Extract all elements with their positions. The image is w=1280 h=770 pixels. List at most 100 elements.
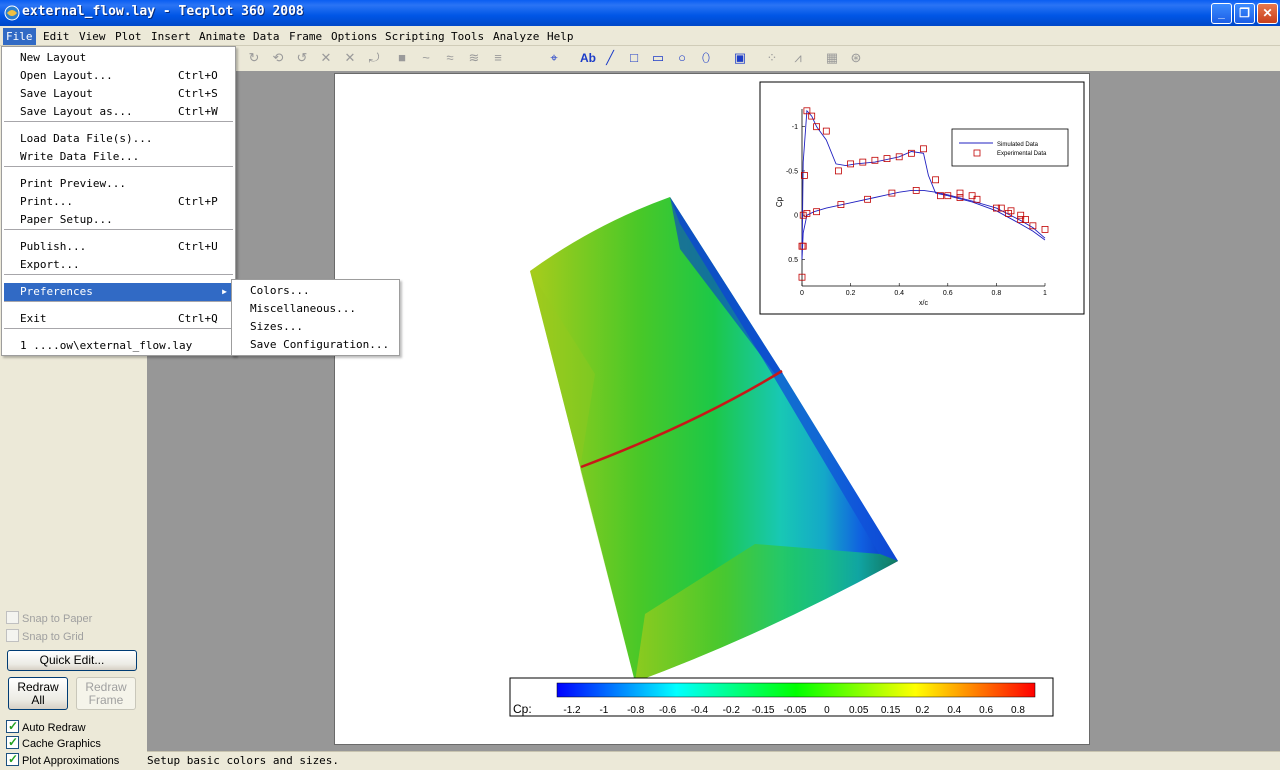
slice-tool-icon[interactable]: ■	[394, 50, 410, 66]
rectangle-tool-icon[interactable]: ▭	[650, 50, 666, 66]
menu-separator	[4, 301, 233, 302]
file-menu-item-paper-setup[interactable]: Paper Setup...	[4, 211, 233, 229]
streamtrace-icon[interactable]: ~	[418, 50, 434, 66]
preferences-item-sizes[interactable]: Sizes...	[234, 318, 397, 336]
plot-approximations-checkbox[interactable]: Plot Approximations	[6, 752, 119, 769]
colorbar-tick-label: -0.6	[659, 705, 677, 716]
circle-tool-icon[interactable]: ○	[674, 50, 690, 66]
file-menu-item-write-data-file[interactable]: Write Data File...	[4, 148, 233, 166]
menu-item-label: Save Layout	[20, 87, 93, 100]
zone-effects-icon[interactable]: ≡	[490, 50, 506, 66]
plot-canvas[interactable]: 0 0.2 0.4 0.6 0.8 1 -1 -0.5 0 0.5 x/c Cp Simulated …	[335, 74, 1091, 746]
y-rotate-icon[interactable]: ⤾	[366, 50, 382, 66]
menu-item-shortcut: Ctrl+P	[178, 195, 218, 208]
inset-plot[interactable]: 0 0.2 0.4 0.6 0.8 1 -1 -0.5 0 0.5 x/c Cp Simulated …	[759, 81, 1085, 315]
square-tool-icon[interactable]: □	[626, 50, 642, 66]
menu-item-label: Save Configuration...	[250, 338, 390, 351]
auto-redraw-checkbox[interactable]: Auto Redraw	[6, 719, 86, 736]
menu-item-label: Colors...	[250, 284, 310, 297]
tecplot-app-icon[interactable]	[4, 5, 20, 21]
spherical-rotate-icon[interactable]: ⟲	[270, 50, 286, 66]
frame-tool-icon[interactable]: ▣	[732, 50, 748, 66]
file-menu-item-preferences[interactable]: Preferences ▶	[4, 283, 233, 301]
menu-analyze[interactable]: Analyze	[490, 28, 542, 45]
inset-x-tick-label: 0.2	[846, 290, 856, 297]
cache-graphics-box[interactable]	[6, 735, 19, 749]
menu-edit[interactable]: Edit	[40, 28, 73, 45]
colorbar-tick-label: 0.6	[979, 705, 993, 716]
inset-y-axis-label: Cp	[775, 196, 784, 207]
close-button[interactable]: ✕	[1257, 3, 1278, 24]
twist-rotate-icon[interactable]: ✕	[318, 50, 334, 66]
menu-item-shortcut: Ctrl+W	[178, 105, 218, 118]
workspace: 0 0.2 0.4 0.6 0.8 1 -1 -0.5 0 0.5 x/c Cp Simulated …	[147, 71, 1280, 751]
colorbar-tick-label: -0.4	[691, 705, 709, 716]
paper[interactable]: 0 0.2 0.4 0.6 0.8 1 -1 -0.5 0 0.5 x/c Cp Simulated …	[334, 73, 1090, 745]
polyline-tool-icon[interactable]: ╱	[602, 50, 618, 66]
window-title: external_flow.lay - Tecplot 360 2008	[22, 4, 304, 19]
menu-scripting[interactable]: Scripting	[382, 28, 448, 45]
menu-frame[interactable]: Frame	[286, 28, 325, 45]
snap-to-paper-box[interactable]	[6, 611, 19, 624]
colorbar[interactable]: Cp: -1.2 -1 -0.8 -0.6 -0.4 -0.2 -0.15 -0.05 0 0.0…	[509, 677, 1054, 717]
cache-graphics-checkbox[interactable]: Cache Graphics	[6, 735, 101, 752]
title-bar: external_flow.lay - Tecplot 360 2008 _ ❐…	[0, 0, 1280, 26]
preferences-item-miscellaneous[interactable]: Miscellaneous...	[234, 300, 397, 318]
restore-button[interactable]: ❐	[1234, 3, 1255, 24]
roll-rotate-icon[interactable]: ↺	[294, 50, 310, 66]
file-menu-item-1-ow-external-flow-lay[interactable]: 1 ....ow\external_flow.lay	[4, 337, 233, 355]
ellipse-tool-icon[interactable]: ⬯	[698, 50, 714, 66]
colorbar-tick-label: -0.05	[784, 705, 807, 716]
preferences-submenu[interactable]: Colors... Miscellaneous... Sizes... Save Co…	[231, 279, 400, 356]
menu-item-label: Print...	[20, 195, 73, 208]
menu-options[interactable]: Options	[328, 28, 380, 45]
file-menu[interactable]: New Layout Open Layout... Ctrl+O Save Layou…	[1, 46, 236, 356]
menu-file[interactable]: File	[3, 28, 36, 45]
snap-to-grid-box[interactable]	[6, 629, 19, 642]
file-menu-item-print-preview[interactable]: Print Preview...	[4, 175, 233, 193]
inset-x-tick-label: 0	[800, 290, 804, 297]
minimize-button[interactable]: _	[1211, 3, 1232, 24]
toolbar: ↻ ⟲ ↺ ✕ ✕ ⤾ ■ ~ ≈ ≋ ≡ ⌖ Ab ╱ □ ▭ ○ ⬯ ▣ ⁘…	[236, 46, 1280, 71]
redraw-all-button[interactable]: Redraw All	[8, 677, 68, 710]
grid-icon[interactable]: ▦	[824, 50, 840, 66]
menu-bar: File Edit View Plot Insert Animate Data Frame Op…	[0, 26, 1280, 46]
menu-insert[interactable]: Insert	[148, 28, 194, 45]
file-menu-item-exit[interactable]: Exit Ctrl+Q	[4, 310, 233, 328]
menu-animate[interactable]: Animate	[196, 28, 248, 45]
menu-separator	[4, 166, 233, 167]
file-menu-item-load-data-file-s[interactable]: Load Data File(s)...	[4, 130, 233, 148]
file-menu-item-print[interactable]: Print... Ctrl+P	[4, 193, 233, 211]
probe-tool-icon[interactable]: ⌖	[546, 50, 562, 66]
scatter-icon[interactable]: ⁘	[764, 50, 780, 66]
text-tool-icon[interactable]: Ab	[578, 50, 598, 66]
polar-grid-icon[interactable]: ⊛	[848, 50, 864, 66]
auto-redraw-box[interactable]	[6, 719, 19, 733]
snap-to-paper-checkbox[interactable]: Snap to Paper	[6, 611, 92, 627]
file-menu-item-save-layout-as[interactable]: Save Layout as... Ctrl+W	[4, 103, 233, 121]
menu-item-label: Preferences	[20, 285, 93, 298]
menu-item-label: Print Preview...	[20, 177, 126, 190]
line-map-icon[interactable]: ⩘	[790, 50, 806, 66]
preferences-item-colors[interactable]: Colors...	[234, 282, 397, 300]
menu-data[interactable]: Data	[250, 28, 283, 45]
streamtrace-line-icon[interactable]: ≈	[442, 50, 458, 66]
snap-to-grid-checkbox[interactable]: Snap to Grid	[6, 629, 84, 645]
menu-item-shortcut: Ctrl+O	[178, 69, 218, 82]
menu-tools[interactable]: Tools	[448, 28, 487, 45]
file-menu-item-new-layout[interactable]: New Layout	[4, 49, 233, 67]
x-rotate-icon[interactable]: ✕	[342, 50, 358, 66]
plot-approximations-box[interactable]	[6, 752, 19, 766]
menu-view[interactable]: View	[76, 28, 109, 45]
file-menu-item-publish[interactable]: Publish... Ctrl+U	[4, 238, 233, 256]
preferences-item-save-configuration[interactable]: Save Configuration...	[234, 336, 397, 354]
file-menu-item-save-layout[interactable]: Save Layout Ctrl+S	[4, 85, 233, 103]
colorbar-tick-label: -0.15	[752, 705, 775, 716]
rotate-tool-icon[interactable]: ↻	[246, 50, 262, 66]
file-menu-item-export[interactable]: Export...	[4, 256, 233, 274]
menu-plot[interactable]: Plot	[112, 28, 145, 45]
menu-help[interactable]: Help	[544, 28, 577, 45]
file-menu-item-open-layout[interactable]: Open Layout... Ctrl+O	[4, 67, 233, 85]
quick-edit-button[interactable]: Quick Edit...	[7, 650, 137, 671]
streamtrace-rake-icon[interactable]: ≋	[466, 50, 482, 66]
